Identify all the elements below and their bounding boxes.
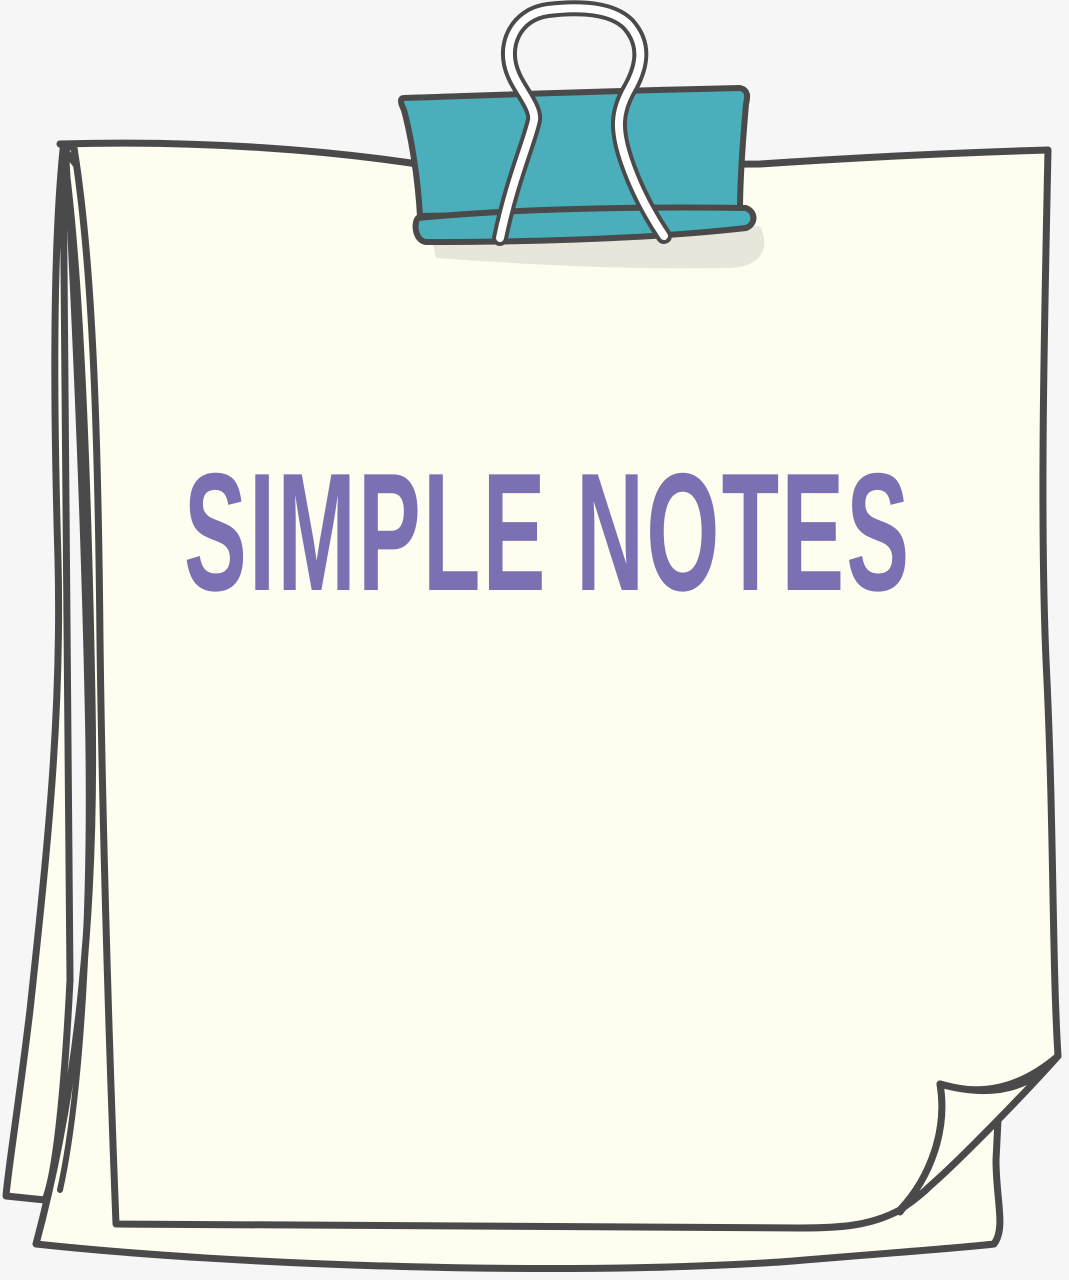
binder-clip-icon bbox=[398, 0, 757, 246]
notepad-illustration bbox=[2, 0, 1062, 1272]
note-title: SIMPLE NOTES bbox=[184, 438, 912, 626]
back-sheet bbox=[2, 146, 74, 1204]
clip-body bbox=[398, 85, 751, 219]
front-sheet bbox=[56, 139, 1062, 1232]
